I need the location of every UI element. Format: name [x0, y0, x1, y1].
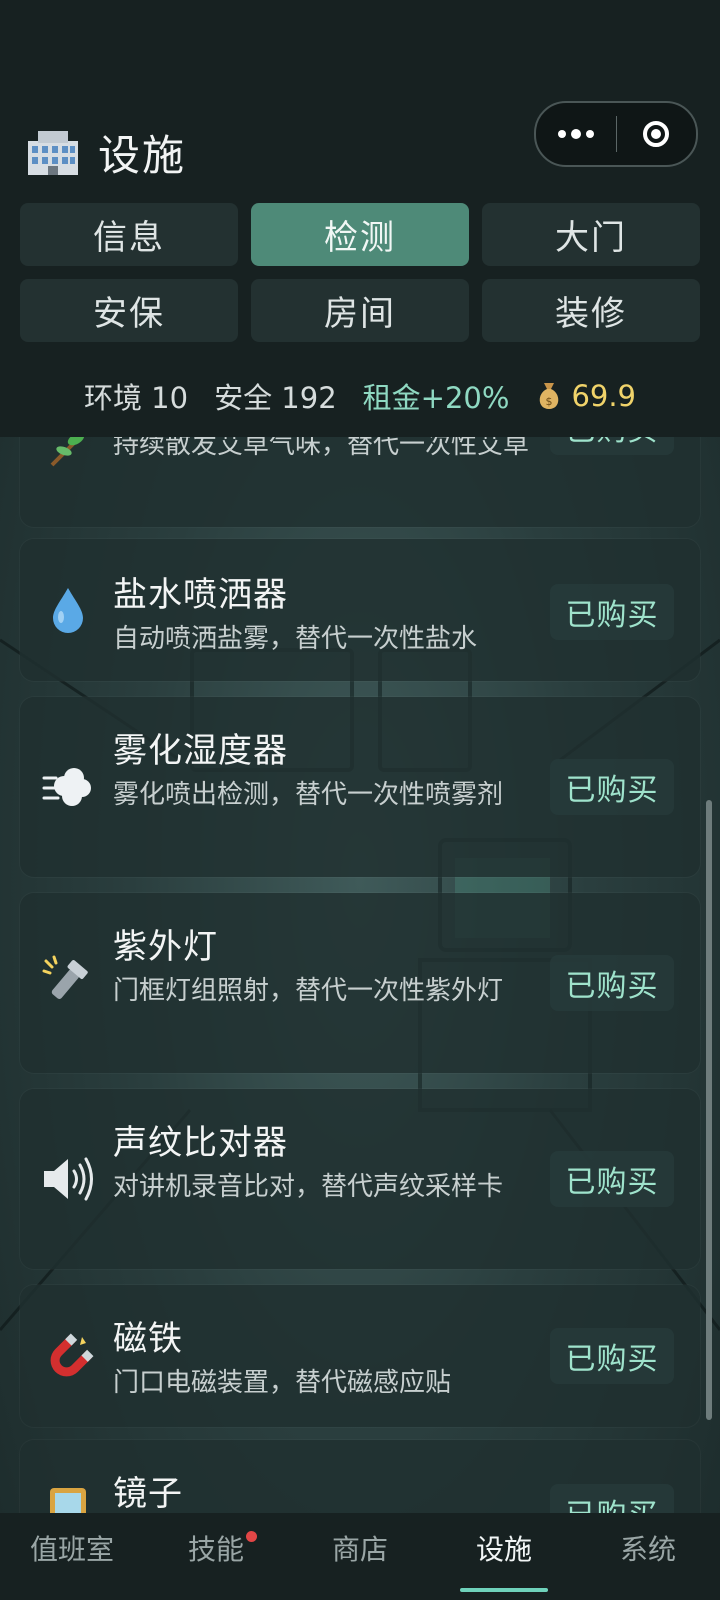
nav-facility[interactable]: 设施	[432, 1513, 576, 1600]
target-circle-icon[interactable]	[617, 103, 695, 165]
nav-label: 商店	[331, 1533, 388, 1566]
miniprogram-capsule	[534, 101, 698, 167]
item-description: 门框灯组照射，替代一次性紫外灯	[113, 976, 504, 1006]
tab-gate[interactable]: 大门	[482, 203, 700, 266]
water-drop-icon	[42, 584, 94, 636]
nav-shop[interactable]: 商店	[288, 1513, 432, 1600]
tab-decoration[interactable]: 装修	[482, 279, 700, 342]
facility-tabs: 信息 检测 大门 安保 房间 装修	[20, 203, 700, 342]
svg-text:$: $	[546, 395, 553, 408]
purchased-button[interactable]: 已购买	[550, 1328, 674, 1384]
money-value: 69.9	[571, 379, 637, 413]
notification-badge	[246, 1531, 257, 1542]
item-name: 镜子	[113, 1474, 183, 1514]
money-bag-icon: $	[540, 383, 559, 409]
purchased-button[interactable]: 已购买	[550, 759, 674, 815]
bottom-nav: 值班室 技能 商店 设施 系统	[0, 1513, 720, 1600]
rent-stat: 租金+20%	[362, 381, 510, 415]
item-name: 雾化湿度器	[113, 731, 288, 771]
nav-label: 值班室	[29, 1533, 114, 1566]
page-title: 设施	[98, 130, 187, 180]
more-dots-icon[interactable]	[536, 103, 616, 165]
money-stat: $ 69.9	[535, 379, 636, 413]
item-name: 声纹比对器	[113, 1123, 288, 1163]
list-item: 磁铁 门口电磁装置，替代磁感应贴 已购买	[20, 1285, 700, 1427]
stats-bar: 环境 10 安全 192 租金+20% $ 69.9	[0, 372, 720, 420]
purchased-button[interactable]: 已购买	[550, 584, 674, 640]
safety-stat: 安全 192	[214, 381, 337, 415]
item-description: 自动喷洒盐雾，替代一次性盐水	[113, 624, 478, 654]
speaker-icon	[42, 1153, 94, 1205]
scrollbar[interactable]	[706, 800, 712, 1420]
environment-stat: 环境 10	[83, 381, 189, 415]
list-item: 盐水喷洒器 自动喷洒盐雾，替代一次性盐水 已购买	[20, 539, 700, 681]
nav-label: 设施	[475, 1533, 532, 1566]
office-building-icon	[26, 127, 80, 177]
item-name: 磁铁	[113, 1319, 183, 1359]
purchased-button[interactable]: 已购买	[550, 1151, 674, 1207]
nav-system[interactable]: 系统	[576, 1513, 720, 1600]
header: 设施 信息 检测 大门 安保 房间 装修 环境 10 安全 192 租金+20%…	[0, 0, 720, 437]
item-description: 门口电磁装置，替代磁感应贴	[113, 1368, 452, 1398]
nav-skills[interactable]: 技能	[144, 1513, 288, 1600]
nav-duty-room[interactable]: 值班室	[0, 1513, 144, 1600]
item-name: 紫外灯	[113, 927, 218, 967]
purchased-button[interactable]: 已购买	[550, 955, 674, 1011]
mist-icon	[42, 761, 94, 813]
list-item: 声纹比对器 对讲机录音比对，替代声纹采样卡 已购买	[20, 1089, 700, 1269]
list-item: 雾化湿度器 雾化喷出检测，替代一次性喷雾剂 已购买	[20, 697, 700, 877]
item-description: 对讲机录音比对，替代声纹采样卡	[113, 1172, 504, 1202]
item-description: 雾化喷出检测，替代一次性喷雾剂	[113, 780, 504, 810]
item-name: 盐水喷洒器	[113, 575, 288, 615]
magnet-icon	[42, 1333, 94, 1385]
tab-info[interactable]: 信息	[20, 203, 238, 266]
flashlight-icon	[42, 955, 94, 1007]
tab-detection[interactable]: 检测	[251, 203, 469, 266]
list-item: 紫外灯 门框灯组照射，替代一次性紫外灯 已购买	[20, 893, 700, 1073]
nav-label: 系统	[619, 1533, 676, 1566]
tab-room[interactable]: 房间	[251, 279, 469, 342]
active-tab-indicator	[460, 1588, 548, 1592]
tab-security[interactable]: 安保	[20, 279, 238, 342]
page-title-row: 设施	[26, 122, 186, 182]
nav-label: 技能	[187, 1533, 244, 1566]
